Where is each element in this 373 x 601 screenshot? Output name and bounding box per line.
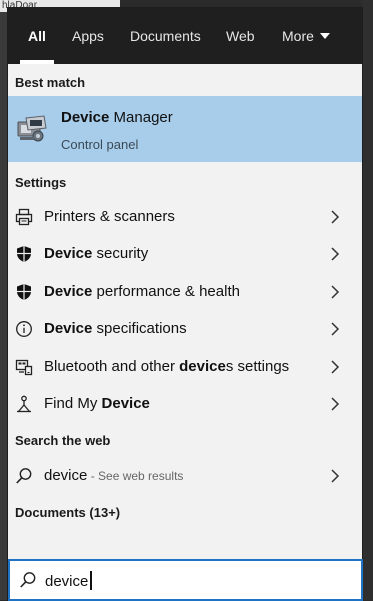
info-icon (16, 321, 32, 337)
web-result-device[interactable]: device - See web results (8, 457, 362, 494)
best-match-subtitle: Control panel (61, 137, 139, 152)
web-result-suffix: - See web results (87, 469, 184, 483)
search-box[interactable]: device (8, 559, 363, 601)
best-match-device-manager[interactable]: Device Manager Control panel (8, 96, 362, 162)
start-search-panel: All Apps Documents Web More Best match D… (8, 8, 363, 601)
chevron-right-icon (331, 322, 340, 336)
settings-header: Settings (15, 175, 67, 190)
printer-icon (15, 208, 33, 226)
best-match-header: Best match (15, 75, 86, 90)
documents-header[interactable]: Documents (13+) (15, 505, 120, 520)
search-the-web-header: Search the web (15, 433, 111, 448)
settings-item-label: Find My Device (44, 395, 150, 412)
chevron-right-icon (331, 210, 340, 224)
bluetooth-devices-icon (15, 359, 33, 376)
settings-item-label: Device performance & health (44, 283, 240, 300)
device-manager-icon (17, 115, 47, 142)
tab-all[interactable]: All (28, 28, 46, 44)
text-cursor (90, 571, 93, 590)
chevron-right-icon (331, 285, 340, 299)
settings-item-printers-scanners[interactable]: Printers & scanners (8, 198, 362, 235)
settings-item-label: Bluetooth and other devices settings (44, 358, 290, 375)
tab-web[interactable]: Web (226, 28, 255, 44)
active-tab-indicator (20, 60, 54, 64)
settings-item-label: Device security (44, 245, 149, 262)
search-icon (16, 468, 32, 484)
background-window-right (362, 0, 373, 600)
tab-more-label: More (282, 28, 314, 44)
chevron-right-icon (331, 360, 340, 374)
tab-apps[interactable]: Apps (72, 28, 104, 44)
best-match-title-bold: Device (61, 109, 110, 126)
caret-down-icon (319, 33, 330, 39)
web-query: device (44, 467, 88, 484)
tab-documents[interactable]: Documents (130, 28, 201, 44)
chevron-right-icon (331, 247, 340, 261)
find-my-device-icon (17, 395, 31, 413)
search-input[interactable]: device (45, 571, 93, 590)
tab-more[interactable]: More (282, 28, 330, 44)
shield-icon (17, 246, 31, 262)
settings-item-device-performance-health[interactable]: Device performance & health (8, 273, 362, 310)
settings-item-label: Printers & scanners (44, 208, 175, 225)
search-scope-tabs: All Apps Documents Web More (8, 8, 362, 64)
best-match-title-rest: Manager (109, 109, 173, 126)
best-match-title: Device Manager (61, 109, 173, 126)
settings-item-bluetooth-devices[interactable]: Bluetooth and other devices settings (8, 348, 362, 385)
search-input-value: device (45, 573, 89, 590)
search-icon (20, 572, 36, 588)
settings-item-device-security[interactable]: Device security (8, 235, 362, 272)
shield-icon (17, 284, 31, 300)
chevron-right-icon (331, 397, 340, 411)
chevron-right-icon (331, 469, 340, 483)
web-result-label: device - See web results (44, 467, 183, 484)
settings-item-label: Device specifications (44, 320, 187, 337)
background-window-left (0, 0, 8, 600)
settings-item-find-my-device[interactable]: Find My Device (8, 385, 362, 422)
settings-item-device-specifications[interactable]: Device specifications (8, 310, 362, 347)
